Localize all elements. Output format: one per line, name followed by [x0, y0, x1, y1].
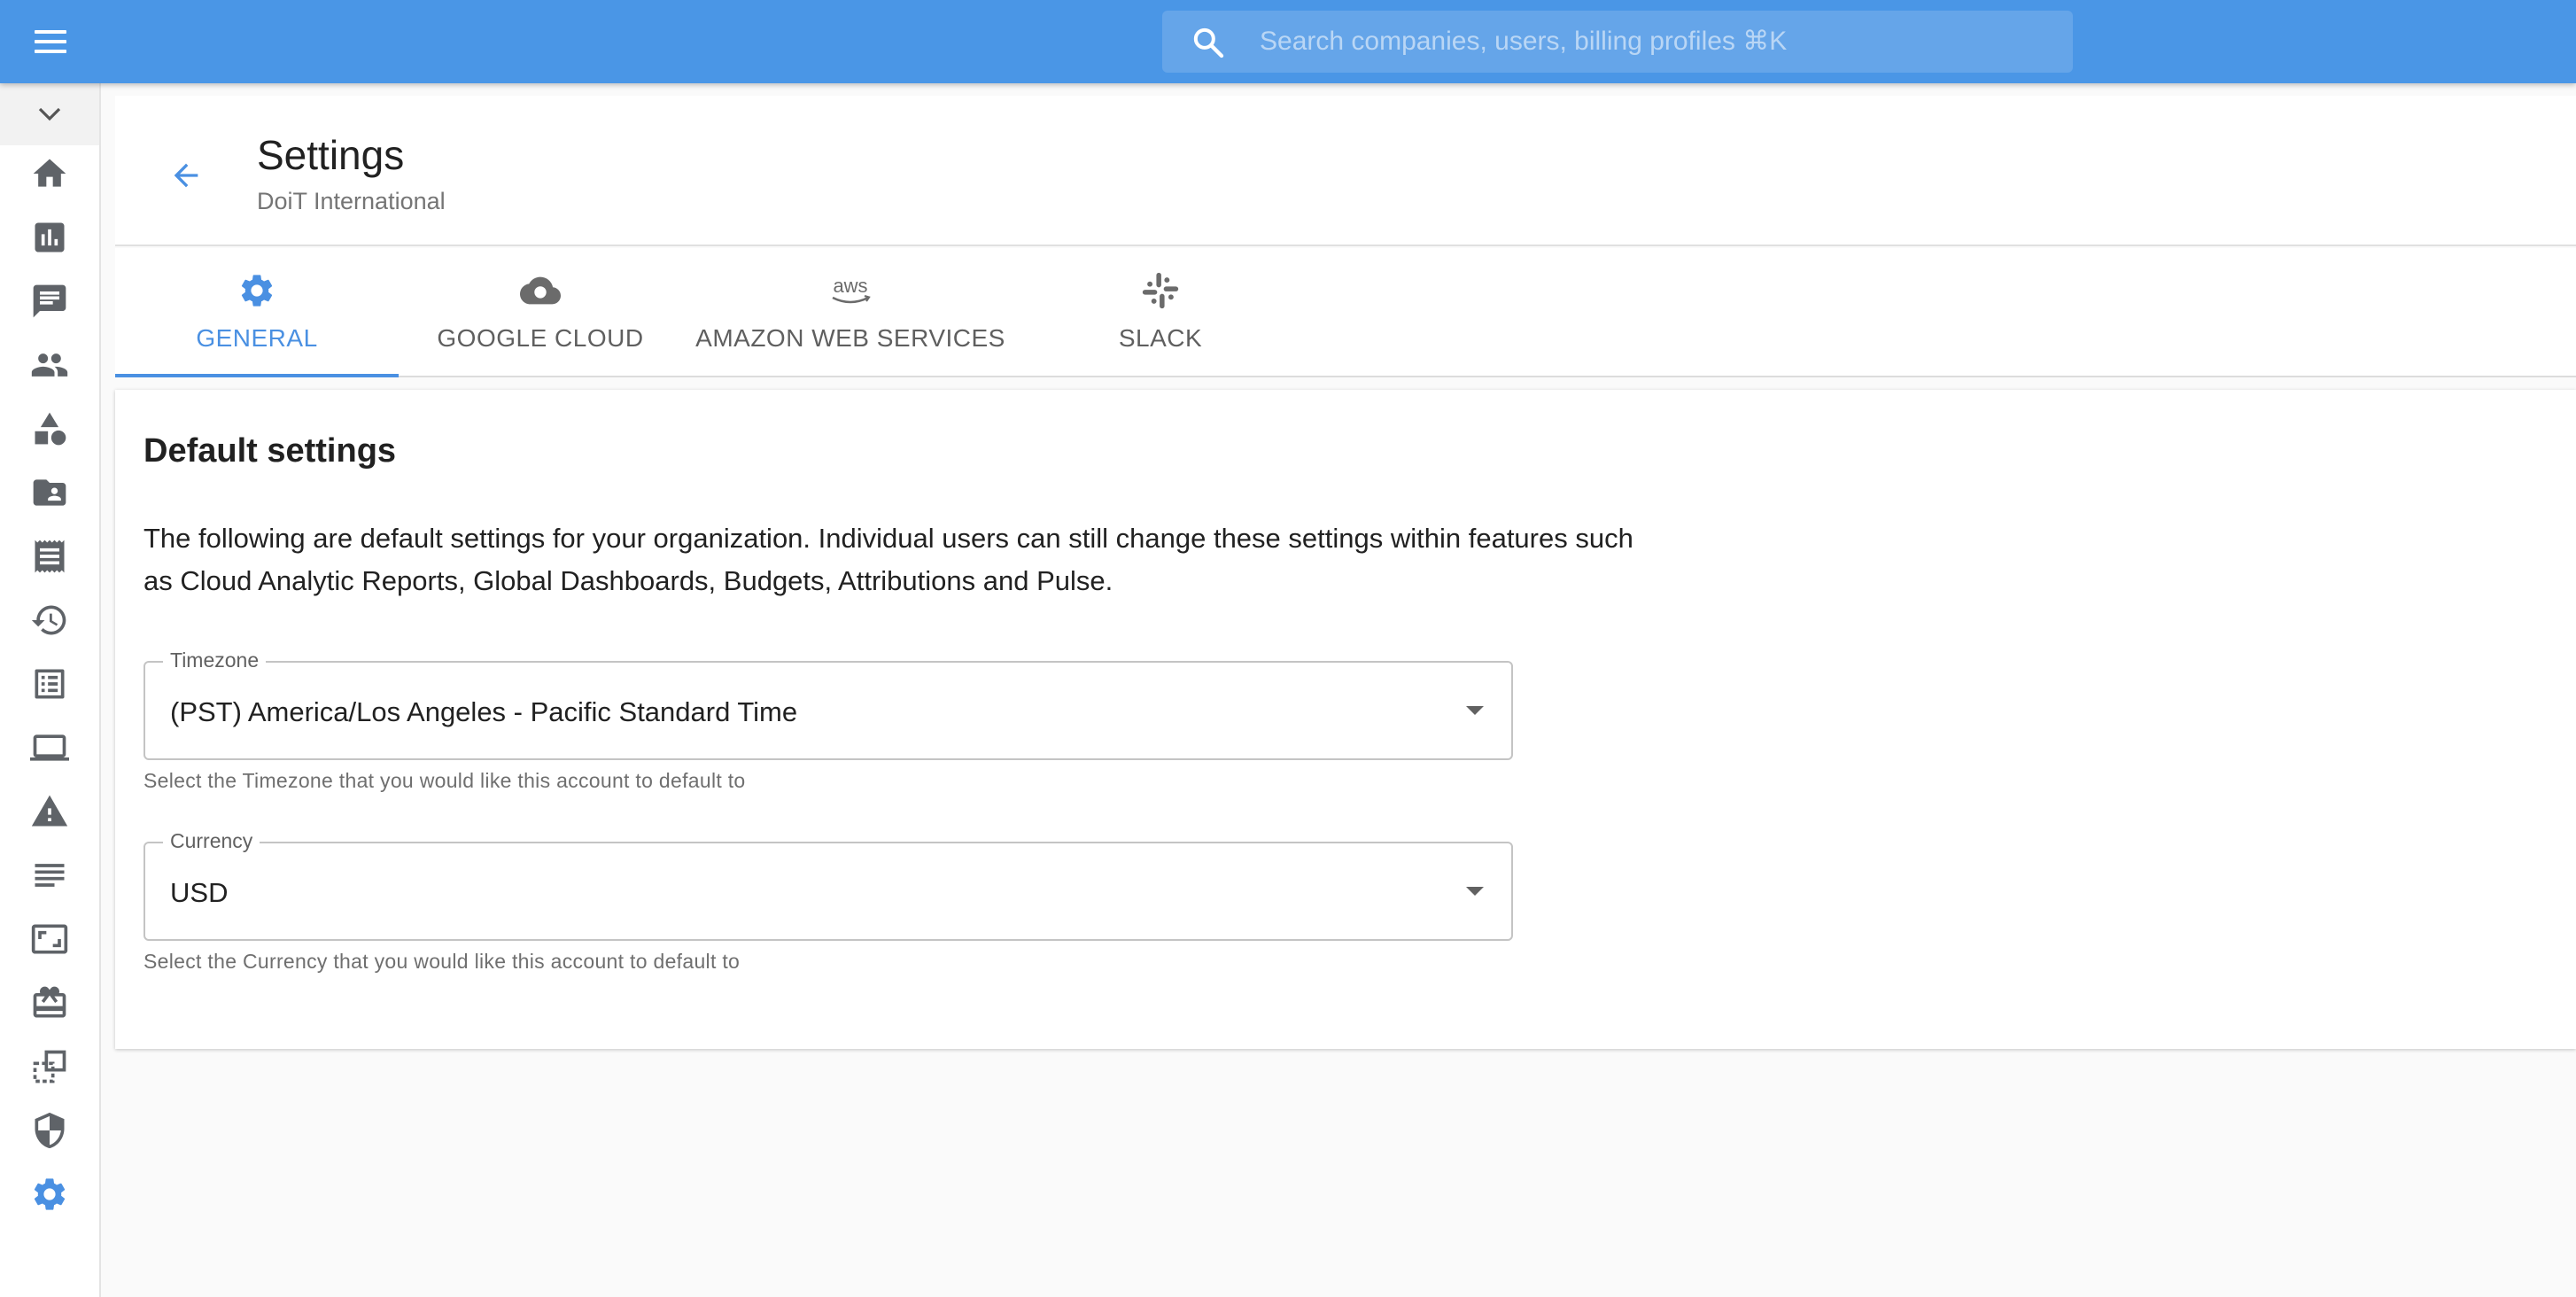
caret-down-icon [1466, 706, 1484, 715]
nav-item-contracts[interactable] [0, 466, 99, 519]
list-icon [35, 669, 65, 699]
gift-card-icon [33, 986, 66, 1018]
global-search[interactable] [1162, 11, 2073, 73]
currency-helper-text: Select the Currency that you would like … [144, 950, 741, 973]
nav-item-dashboards[interactable] [0, 913, 99, 966]
nav-item-assets[interactable] [0, 402, 99, 455]
timezone-select[interactable]: Timezone (PST) America/Los Angeles - Pac… [144, 648, 1513, 760]
arrow-back-icon [174, 163, 198, 188]
menu-icon [35, 30, 66, 53]
nav-collapse-button[interactable] [0, 83, 99, 145]
timezone-label: Timezone [163, 648, 267, 672]
nav-item-settings[interactable] [0, 1168, 99, 1221]
settings-tabs: GENERAL GOOGLE CLOUD aws AMAZON WEB SERV… [115, 248, 2576, 377]
nav-item-history[interactable] [0, 594, 99, 647]
page-subtitle: DoiT International [257, 188, 446, 214]
search-input[interactable] [1260, 11, 2057, 73]
page-header: Settings DoiT International [115, 96, 2576, 246]
nav-item-reports[interactable] [0, 657, 99, 711]
chevron-down-icon [38, 107, 61, 121]
section-title: Default settings [144, 432, 397, 470]
active-tab-indicator [115, 374, 399, 377]
cloud-icon [520, 276, 561, 305]
side-navigation [0, 83, 101, 1297]
nav-item-users[interactable] [0, 338, 99, 392]
hamburger-menu-button[interactable] [25, 19, 76, 64]
timezone-helper-text: Select the Timezone that you would like … [144, 769, 746, 792]
nav-item-security[interactable] [0, 1104, 99, 1157]
bar-chart-icon [35, 222, 65, 252]
tab-label: GENERAL [196, 324, 318, 352]
search-icon [1193, 27, 1224, 58]
tab-slack[interactable]: SLACK [1019, 248, 1302, 377]
tab-label: GOOGLE CLOUD [437, 324, 644, 352]
caret-down-icon [1466, 887, 1484, 896]
gear-icon [34, 1178, 66, 1210]
home-icon [33, 159, 66, 187]
flip-icon [33, 1050, 66, 1083]
page-title: Settings [257, 132, 405, 178]
tab-google-cloud[interactable]: GOOGLE CLOUD [399, 248, 682, 377]
shield-icon [35, 1112, 65, 1149]
section-description: The following are default settings for y… [144, 523, 1633, 596]
back-button[interactable] [159, 149, 213, 202]
aspect-ratio-icon [31, 924, 68, 954]
nav-item-support[interactable] [0, 275, 99, 328]
aws-icon: aws [832, 275, 871, 304]
default-settings-card: Default settings The following are defau… [115, 390, 2576, 1049]
folder-user-icon [33, 479, 66, 506]
currency-value: USD [170, 877, 229, 908]
receipt-icon [35, 540, 65, 573]
history-icon [31, 605, 66, 635]
currency-label: Currency [163, 829, 260, 853]
nav-item-home[interactable] [0, 147, 99, 200]
tab-label: AMAZON WEB SERVICES [695, 324, 1005, 352]
svg-text:aws: aws [833, 275, 867, 297]
nav-item-perks[interactable] [0, 976, 99, 1029]
nav-item-integrations[interactable] [0, 1040, 99, 1093]
nav-item-invoices[interactable] [0, 530, 99, 583]
warning-icon [31, 795, 68, 827]
nav-item-alerts[interactable] [0, 785, 99, 838]
nav-item-analytics[interactable] [0, 211, 99, 264]
laptop-icon [30, 734, 69, 761]
timezone-value: (PST) America/Los Angeles - Pacific Stan… [170, 696, 798, 727]
tab-general[interactable]: GENERAL [115, 248, 399, 377]
nav-item-logs[interactable] [0, 849, 99, 902]
currency-select[interactable]: Currency USD [144, 829, 1513, 941]
gear-icon [241, 275, 273, 307]
tab-amazon-web-services[interactable]: aws AMAZON WEB SERVICES [682, 248, 1019, 377]
nav-item-devices[interactable] [0, 721, 99, 774]
tab-label: SLACK [1118, 324, 1203, 352]
slack-icon [1142, 272, 1179, 309]
top-app-bar [0, 0, 2576, 83]
lines-icon [35, 864, 65, 887]
shapes-icon [35, 412, 66, 446]
people-icon [31, 353, 68, 377]
chat-icon [33, 284, 66, 318]
